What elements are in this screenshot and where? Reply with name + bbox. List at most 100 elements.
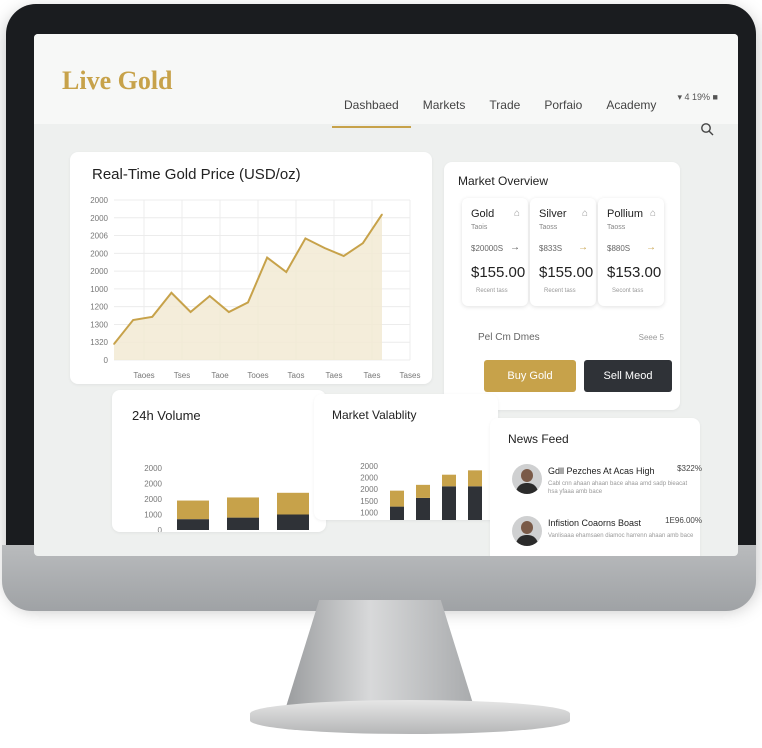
bar-segment-dark — [468, 486, 482, 520]
arrow-right-icon: → — [510, 242, 520, 253]
market-card-subtitle: Taois — [471, 224, 488, 231]
market-card-subtitle: Taoss — [607, 224, 626, 231]
volatility-chart[interactable]: 200020002000150010000TaoesTaoesTaoesTaoe… — [314, 394, 498, 520]
volatility-card: Market Valablity 200020002000150010000Ta… — [314, 394, 498, 520]
market-card-price: $153.00 — [607, 264, 662, 281]
volume-card: 24h Volume 20002000200010000TaoesTaoesTa… — [112, 390, 326, 532]
monitor-base — [250, 700, 570, 734]
market-card-name: Pollium — [607, 208, 644, 220]
y-tick-label: 2000 — [360, 485, 378, 494]
palladium-market-card[interactable]: Pollium ⌂ Taoss $880S → $153.00 Secont t… — [598, 198, 664, 306]
market-card-footer: Secont tass — [612, 288, 644, 294]
market-card-name: Silver — [539, 208, 567, 220]
app-logo[interactable]: Live Gold — [62, 66, 173, 96]
y-tick-label: 2006 — [90, 232, 108, 241]
arrow-right-icon: → — [578, 242, 588, 253]
price-point — [170, 292, 173, 294]
y-tick-label: 1320 — [90, 338, 108, 347]
y-tick-label: 1000 — [360, 508, 378, 517]
y-tick-label: 1000 — [144, 511, 162, 520]
y-tick-label: 1200 — [90, 303, 108, 312]
app-screen: Live Gold ▾ 4 19% ■ Dashbaed Markets Tra… — [34, 34, 738, 556]
news-item[interactable]: Infistion Coaorns Boast 1E96.00% Vanlisa… — [512, 516, 702, 556]
market-card-code: $833S — [539, 244, 563, 253]
x-tick-label: Tooes — [247, 371, 268, 380]
top-bar: Live Gold ▾ 4 19% ■ Dashbaed Markets Tra… — [34, 34, 738, 136]
bar-segment-dark — [416, 497, 430, 520]
gold-market-card[interactable]: Gold ⌂ Taois $20000S → $155.00 Recent ta… — [462, 198, 528, 306]
bar-segment-dark — [277, 514, 309, 530]
market-card-code: $880S — [607, 244, 631, 253]
bar-segment-dark — [227, 517, 259, 530]
home-icon: ⌂ — [513, 208, 520, 219]
price-point — [151, 316, 154, 318]
avatar — [512, 516, 542, 546]
price-point — [304, 237, 307, 240]
nav-trade[interactable]: Trade — [477, 98, 532, 128]
nav-dashboard[interactable]: Dashbaed — [332, 98, 411, 128]
y-tick-label: 2000 — [90, 196, 108, 205]
x-tick-label: Taoe — [211, 371, 229, 380]
price-point — [132, 319, 134, 321]
bar-segment-gold — [416, 484, 430, 498]
x-tick-label: Taes — [364, 371, 381, 380]
y-tick-label: 0 — [104, 356, 109, 365]
y-tick-label: 2000 — [144, 464, 162, 473]
news-headline: Gdll Pezches At Acas High — [548, 466, 655, 476]
y-tick-label: 1000 — [90, 285, 108, 294]
price-point — [228, 311, 230, 313]
x-tick-label: Taoes — [133, 371, 154, 380]
price-point — [285, 271, 288, 273]
price-area — [114, 214, 382, 360]
sell-button[interactable]: Sell Meod — [584, 360, 672, 392]
y-tick-label: 2000 — [360, 474, 378, 483]
search-icon[interactable] — [700, 122, 714, 136]
news-value: 1E96.00% — [665, 516, 702, 525]
y-tick-label: 1500 — [360, 497, 378, 506]
price-point — [342, 255, 345, 257]
gold-price-card: Real-Time Gold Price (USD/oz) 2000 2000 20… — [70, 152, 432, 384]
gold-price-chart[interactable]: 2000 2000 2006 2000 2000 1000 1200 1300 1320 0 Tao… — [70, 152, 432, 384]
orders-subhead: Pel Cm Dmes — [478, 332, 540, 343]
x-tick-label: Taes — [326, 371, 343, 380]
market-overview-title: Market Overview — [458, 174, 549, 188]
price-point — [247, 301, 249, 304]
price-point — [381, 213, 383, 216]
silver-market-card[interactable]: Silver ⌂ Taoss $833S → $155.00 Recent ta… — [530, 198, 596, 306]
news-feed-title: News Feed — [508, 432, 569, 446]
x-tick-label: Taos — [288, 371, 305, 380]
news-body: Cabl cnn ahaan ahaan bace ahaa amd sadp … — [548, 481, 688, 495]
y-tick-label: 2000 — [90, 214, 108, 223]
price-point — [266, 256, 268, 259]
x-tick-label: Tases — [400, 371, 421, 380]
news-value: $322% — [677, 464, 702, 473]
nav-portfolio[interactable]: Porfaio — [532, 98, 594, 128]
arrow-right-icon: → — [646, 242, 656, 253]
avatar — [512, 464, 542, 494]
market-overview-card: Market Overview Gold ⌂ Taois $20000S → $… — [444, 162, 680, 410]
bar-segment-gold — [227, 497, 259, 518]
bar-segment-gold — [390, 490, 404, 507]
price-point — [208, 295, 211, 297]
status-bar-indicators: ▾ 4 19% ■ — [677, 92, 718, 102]
market-card-price: $155.00 — [539, 264, 594, 281]
screen-frame: Live Gold ▾ 4 19% ■ Dashbaed Markets Tra… — [6, 4, 756, 604]
bar-segment-gold — [442, 474, 456, 487]
news-feed-card: News Feed Gdll Pezches At Acas High $322… — [490, 418, 702, 556]
y-tick-label: 0 — [158, 526, 163, 532]
home-icon: ⌂ — [649, 208, 656, 219]
bar-segment-gold — [277, 492, 309, 515]
main-nav: Dashbaed Markets Trade Porfaio Academy — [332, 98, 668, 128]
y-tick-label: 2000 — [144, 480, 162, 489]
buy-gold-button[interactable]: Buy Gold — [484, 360, 576, 392]
market-card-price: $155.00 — [471, 264, 526, 281]
news-item[interactable]: Gdll Pezches At Acas High $322% Cabl cnn… — [512, 464, 702, 508]
nav-academy[interactable]: Academy — [594, 98, 668, 128]
y-tick-label: 2000 — [144, 495, 162, 504]
y-tick-label: 1300 — [90, 320, 108, 329]
nav-markets[interactable]: Markets — [411, 98, 478, 128]
market-card-code: $20000S — [471, 244, 504, 253]
price-point — [189, 311, 192, 313]
volume-chart[interactable]: 20002000200010000TaoesTaoesTaoes — [112, 390, 326, 532]
market-card-footer: Recent tass — [544, 288, 576, 294]
